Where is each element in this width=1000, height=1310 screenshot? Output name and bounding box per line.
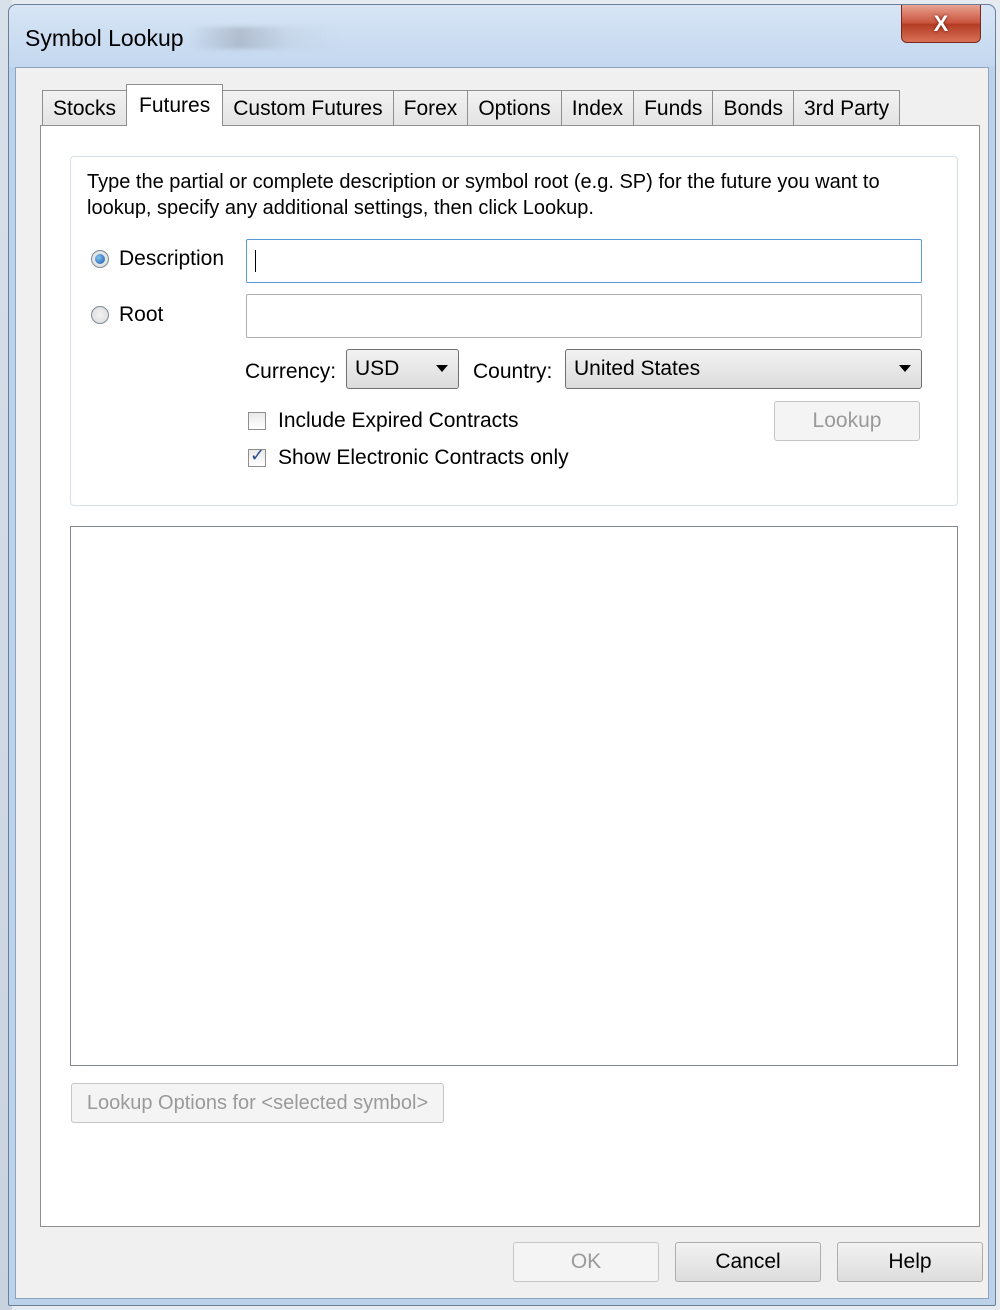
currency-label: Currency:: [245, 360, 337, 383]
symbol-lookup-dialog: Symbol Lookup X Stocks Futures Custom Fu…: [8, 4, 996, 1306]
lookup-options-button[interactable]: Lookup Options for <selected symbol>: [71, 1083, 444, 1123]
include-expired-label: Include Expired Contracts: [278, 409, 519, 432]
window-title: Symbol Lookup: [25, 25, 184, 51]
results-list[interactable]: [70, 526, 958, 1066]
root-radio[interactable]: [91, 306, 109, 324]
currency-value: USD: [355, 357, 400, 380]
country-label: Country:: [473, 360, 553, 383]
title-bar: Symbol Lookup X: [9, 5, 995, 67]
ok-button[interactable]: OK: [513, 1242, 659, 1282]
tab-options[interactable]: Options: [467, 90, 562, 126]
chevron-down-icon: [899, 365, 911, 372]
electronic-only-option[interactable]: Show Electronic Contracts only: [248, 445, 569, 470]
dialog-client-area: Stocks Futures Custom Futures Forex Opti…: [15, 67, 989, 1299]
tab-futures[interactable]: Futures: [126, 84, 224, 126]
country-value: United States: [574, 357, 701, 380]
description-radio-label: Description: [119, 247, 225, 270]
include-expired-checkbox[interactable]: [248, 412, 266, 430]
tab-stocks[interactable]: Stocks: [42, 90, 128, 126]
close-icon: X: [933, 10, 949, 36]
description-radio-option[interactable]: Description: [91, 247, 224, 271]
text-caret: [255, 250, 256, 272]
tab-strip: Stocks Futures Custom Futures Forex Opti…: [42, 84, 901, 126]
tab-custom-futures[interactable]: Custom Futures: [222, 90, 394, 126]
country-select[interactable]: United States: [565, 349, 922, 389]
tab-forex[interactable]: Forex: [392, 90, 469, 126]
chevron-down-icon: [436, 365, 448, 372]
root-input[interactable]: [246, 294, 922, 338]
electronic-only-checkbox[interactable]: [248, 445, 266, 467]
electronic-only-label: Show Electronic Contracts only: [278, 446, 569, 469]
root-radio-option[interactable]: Root: [91, 303, 163, 327]
tab-funds[interactable]: Funds: [633, 90, 714, 126]
tab-3rd-party[interactable]: 3rd Party: [792, 90, 901, 126]
tab-bonds[interactable]: Bonds: [712, 90, 794, 126]
title-blur: [189, 27, 339, 49]
description-radio[interactable]: [91, 250, 109, 268]
root-radio-label: Root: [119, 303, 164, 326]
help-button[interactable]: Help: [837, 1242, 983, 1282]
include-expired-option[interactable]: Include Expired Contracts: [248, 409, 518, 433]
currency-select[interactable]: USD: [346, 349, 459, 389]
tab-index[interactable]: Index: [560, 90, 635, 126]
lookup-button[interactable]: Lookup: [774, 401, 920, 441]
description-input[interactable]: [246, 239, 922, 283]
search-group: Type the partial or complete description…: [70, 156, 958, 506]
instructions-text: Type the partial or complete description…: [87, 171, 880, 219]
close-button[interactable]: X: [901, 5, 981, 43]
futures-tab-panel: Type the partial or complete description…: [40, 125, 980, 1227]
cancel-button[interactable]: Cancel: [675, 1242, 821, 1282]
